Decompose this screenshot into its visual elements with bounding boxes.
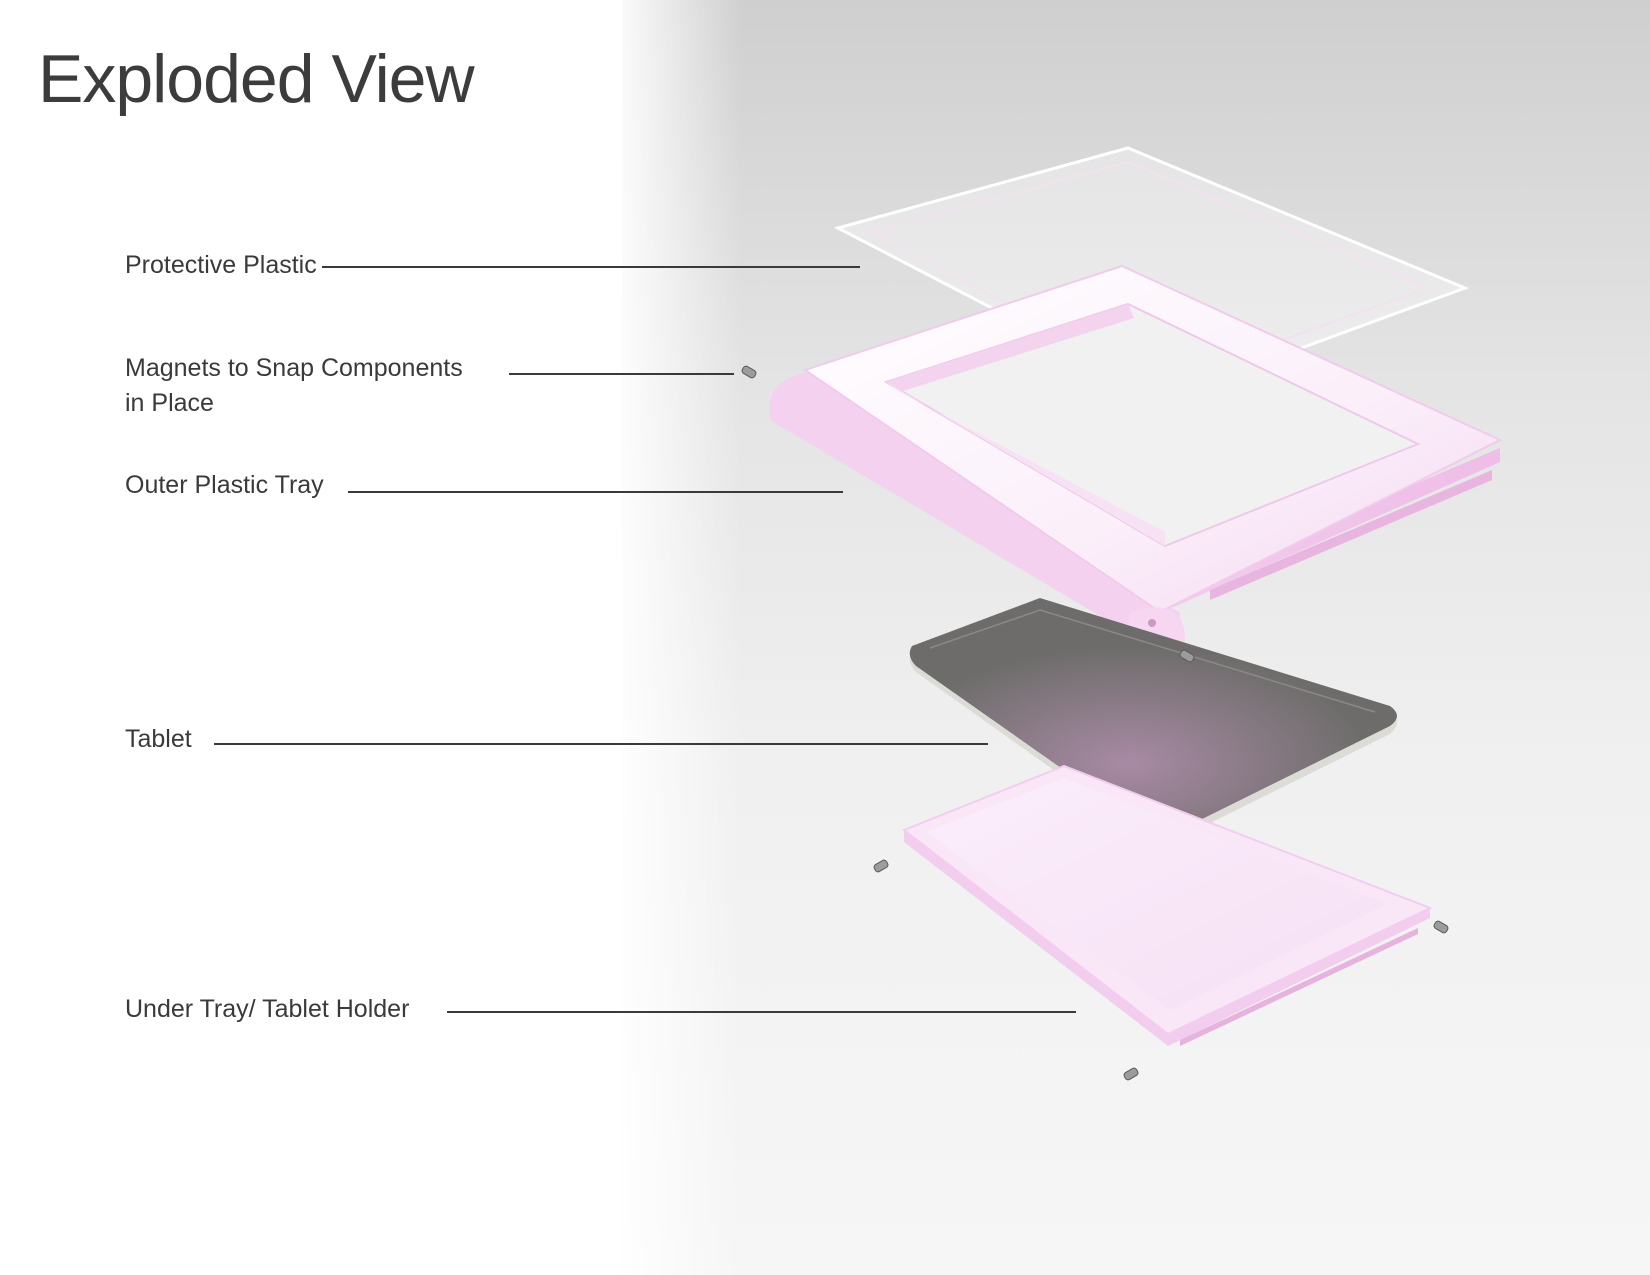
leader-line-outer-plastic-tray xyxy=(348,491,843,493)
callout-magnets: Magnets to Snap Components in Place xyxy=(125,351,463,421)
leader-line-under-tray xyxy=(447,1011,1076,1013)
callout-tablet: Tablet xyxy=(125,725,192,753)
leader-line-magnets xyxy=(509,373,734,375)
callout-under-tray: Under Tray/ Tablet Holder xyxy=(125,995,410,1023)
exploded-render xyxy=(741,146,1503,1081)
under-tray-part xyxy=(902,764,1433,1046)
outer-plastic-tray-part xyxy=(768,264,1503,660)
callout-outer-plastic-tray: Outer Plastic Tray xyxy=(125,471,324,499)
leader-line-tablet xyxy=(214,743,988,745)
callout-magnets-line2: in Place xyxy=(125,389,214,417)
leader-line-protective-plastic xyxy=(322,266,860,268)
callout-magnets-line1: Magnets to Snap Components xyxy=(125,354,463,382)
callout-protective-plastic: Protective Plastic xyxy=(125,251,317,279)
